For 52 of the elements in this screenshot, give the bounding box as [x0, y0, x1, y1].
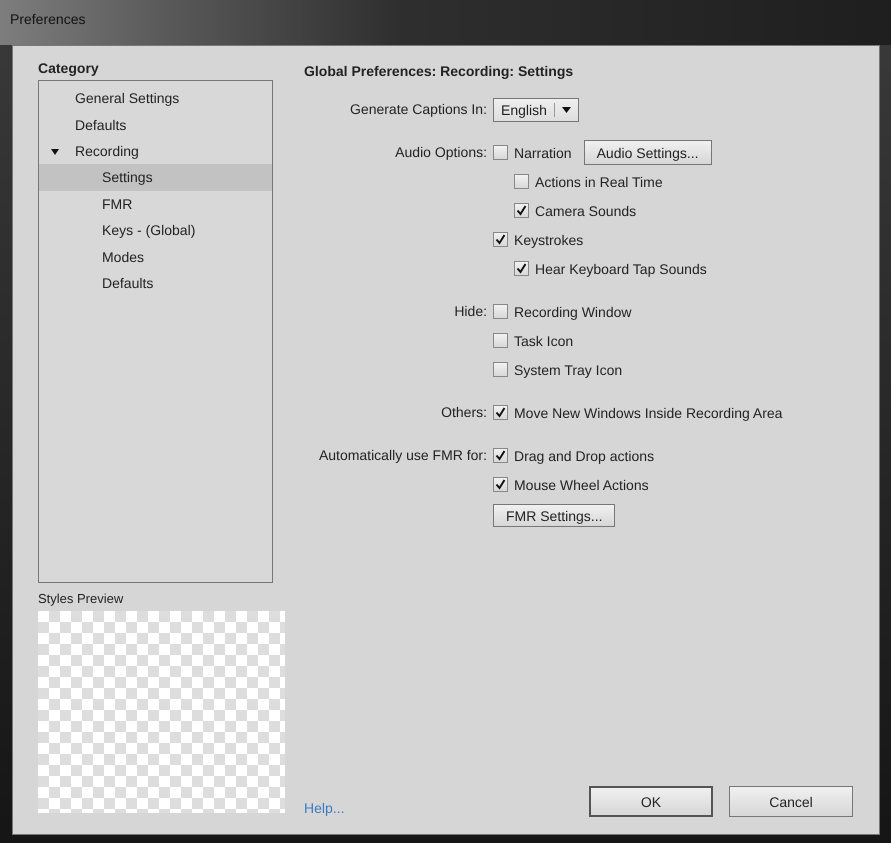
ok-button[interactable]: OK [589, 786, 713, 817]
tree-item[interactable]: Recording [39, 138, 272, 164]
tree-item[interactable]: Defaults [39, 111, 272, 138]
tree-item[interactable]: General Settings [39, 85, 272, 112]
checkbox-option[interactable]: Move New Windows Inside Recording Area [493, 404, 782, 420]
checkbox-option[interactable]: Actions in Real Time [514, 174, 663, 190]
checkbox[interactable] [493, 405, 508, 420]
language-dropdown[interactable]: English [493, 98, 579, 122]
panel-title: Global Preferences: Recording: Settings [304, 63, 574, 81]
checkbox[interactable] [493, 477, 508, 492]
checkbox-option[interactable]: Narration [493, 144, 572, 160]
cancel-button[interactable]: Cancel [729, 786, 853, 817]
checkbox-option[interactable]: Mouse Wheel Actions [493, 476, 649, 492]
checkbox[interactable] [514, 174, 529, 189]
window-title: Preferences [10, 10, 86, 26]
checkbox[interactable] [493, 362, 508, 377]
checkbox[interactable] [493, 145, 508, 160]
checkbox-option[interactable]: Recording Window [493, 304, 632, 320]
category-heading: Category [38, 60, 100, 78]
checkbox[interactable] [493, 448, 508, 463]
section-label: Generate Captions In: [349, 100, 488, 119]
tree-item[interactable]: Settings [39, 164, 272, 191]
checkbox-option[interactable]: Hear Keyboard Tap Sounds [514, 260, 707, 276]
checkbox-option[interactable]: Drag and Drop actions [493, 448, 654, 464]
audio-settings-button[interactable]: Audio Settings... [584, 140, 712, 165]
styles-preview-label: Styles Preview [38, 591, 124, 608]
tree-item[interactable]: Modes [39, 243, 272, 270]
section-label: Automatically use FMR for: [318, 446, 488, 465]
checkbox-option[interactable]: Task Icon [493, 332, 574, 348]
expand-triangle-icon[interactable] [50, 146, 60, 157]
checkbox[interactable] [514, 261, 529, 276]
checkbox[interactable] [493, 304, 508, 319]
caret-icon[interactable] [562, 106, 571, 112]
checkmark-icon [495, 450, 506, 461]
checkbox[interactable] [493, 333, 508, 348]
checkbox[interactable] [493, 232, 508, 247]
checkbox[interactable] [514, 203, 529, 218]
section-label: Hide: [453, 302, 488, 321]
checkmark-icon [516, 205, 527, 216]
checkbox-option[interactable]: System Tray Icon [493, 362, 622, 378]
section-label: Audio Options: [394, 143, 488, 162]
checkmark-icon [495, 479, 506, 490]
checkmark-icon [495, 407, 506, 418]
checkbox-option[interactable]: Keystrokes [493, 232, 584, 248]
tree-item[interactable]: Keys - (Global) [39, 216, 272, 244]
checkmark-icon [516, 263, 527, 274]
tree-item[interactable]: FMR [39, 190, 272, 217]
checkmark-icon [495, 234, 506, 245]
checkbox-option[interactable]: Camera Sounds [514, 202, 636, 218]
fmr-settings-button[interactable]: FMR Settings... [493, 504, 616, 527]
section-label: Others: [440, 403, 488, 422]
tree-item[interactable]: Defaults [39, 270, 272, 296]
